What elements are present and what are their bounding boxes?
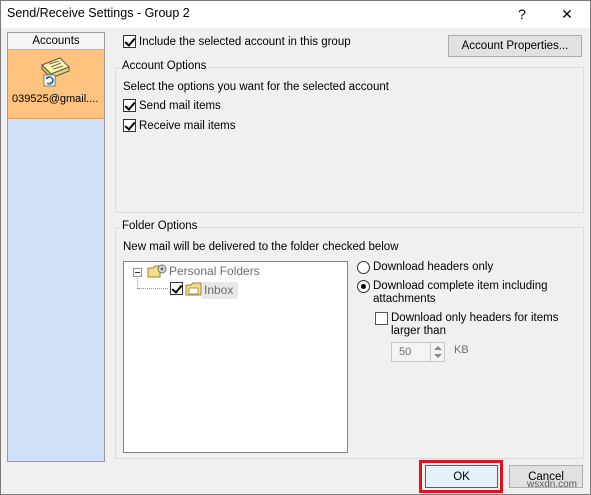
tree-root-label[interactable]: Personal Folders <box>169 264 260 278</box>
download-complete-label-line1: Download complete item including <box>373 280 548 292</box>
folder-options-description: New mail will be delivered to the folder… <box>123 241 399 253</box>
headers-large-checkbox[interactable] <box>375 312 388 325</box>
accounts-panel: Accounts 039525@gmail.... <box>7 32 105 462</box>
download-headers-label: Download headers only <box>373 261 494 273</box>
folder-tree[interactable]: Personal Folders Inbox <box>123 261 348 453</box>
include-account-checkbox[interactable] <box>123 35 136 48</box>
receive-mail-label: Receive mail items <box>139 120 236 132</box>
account-options-description: Select the options you want for the sele… <box>123 81 389 93</box>
receive-mail-checkbox[interactable] <box>123 119 136 132</box>
headers-large-label-line1: Download only headers for items <box>391 312 559 324</box>
window-title: Send/Receive Settings - Group 2 <box>7 6 190 20</box>
download-headers-radio[interactable] <box>357 261 370 274</box>
inbox-folder-icon <box>185 282 202 296</box>
account-properties-button[interactable]: Account Properties... <box>448 35 582 57</box>
account-item[interactable]: 039525@gmail.... <box>8 50 104 119</box>
send-mail-label: Send mail items <box>139 100 221 112</box>
title-bar: Send/Receive Settings - Group 2 ? ✕ <box>1 1 590 28</box>
tree-child-label[interactable]: Inbox <box>204 283 233 297</box>
personal-folders-icon <box>147 264 167 278</box>
account-options-legend: Account Options <box>120 60 209 72</box>
tree-connector <box>138 288 168 289</box>
size-unit: KB <box>454 344 469 356</box>
download-complete-label-line2: attachments <box>373 293 436 305</box>
inbox-checkbox[interactable] <box>170 282 183 295</box>
account-icon <box>41 57 70 87</box>
headers-large-label-line2: larger than <box>391 325 446 337</box>
stepper-arrows[interactable] <box>430 343 444 361</box>
size-value[interactable]: 50 <box>399 346 411 358</box>
close-icon[interactable]: ✕ <box>550 3 584 25</box>
folder-options-legend: Folder Options <box>120 220 200 232</box>
size-stepper[interactable]: 50 <box>391 342 445 362</box>
account-label: 039525@gmail.... <box>12 93 99 105</box>
send-mail-checkbox[interactable] <box>123 99 136 112</box>
stepper-down-icon[interactable] <box>434 354 442 358</box>
ok-button[interactable]: OK <box>425 465 498 488</box>
stepper-up-icon[interactable] <box>434 346 442 350</box>
accounts-header: Accounts <box>8 33 104 50</box>
collapse-icon[interactable] <box>133 268 142 277</box>
help-icon[interactable]: ? <box>507 3 537 25</box>
watermark: wsxdn.com <box>527 479 578 490</box>
send-receive-settings-dialog: Send/Receive Settings - Group 2 ? ✕ Acco… <box>0 0 591 495</box>
download-complete-radio[interactable] <box>357 280 370 293</box>
include-account-label: Include the selected account in this gro… <box>139 36 351 48</box>
